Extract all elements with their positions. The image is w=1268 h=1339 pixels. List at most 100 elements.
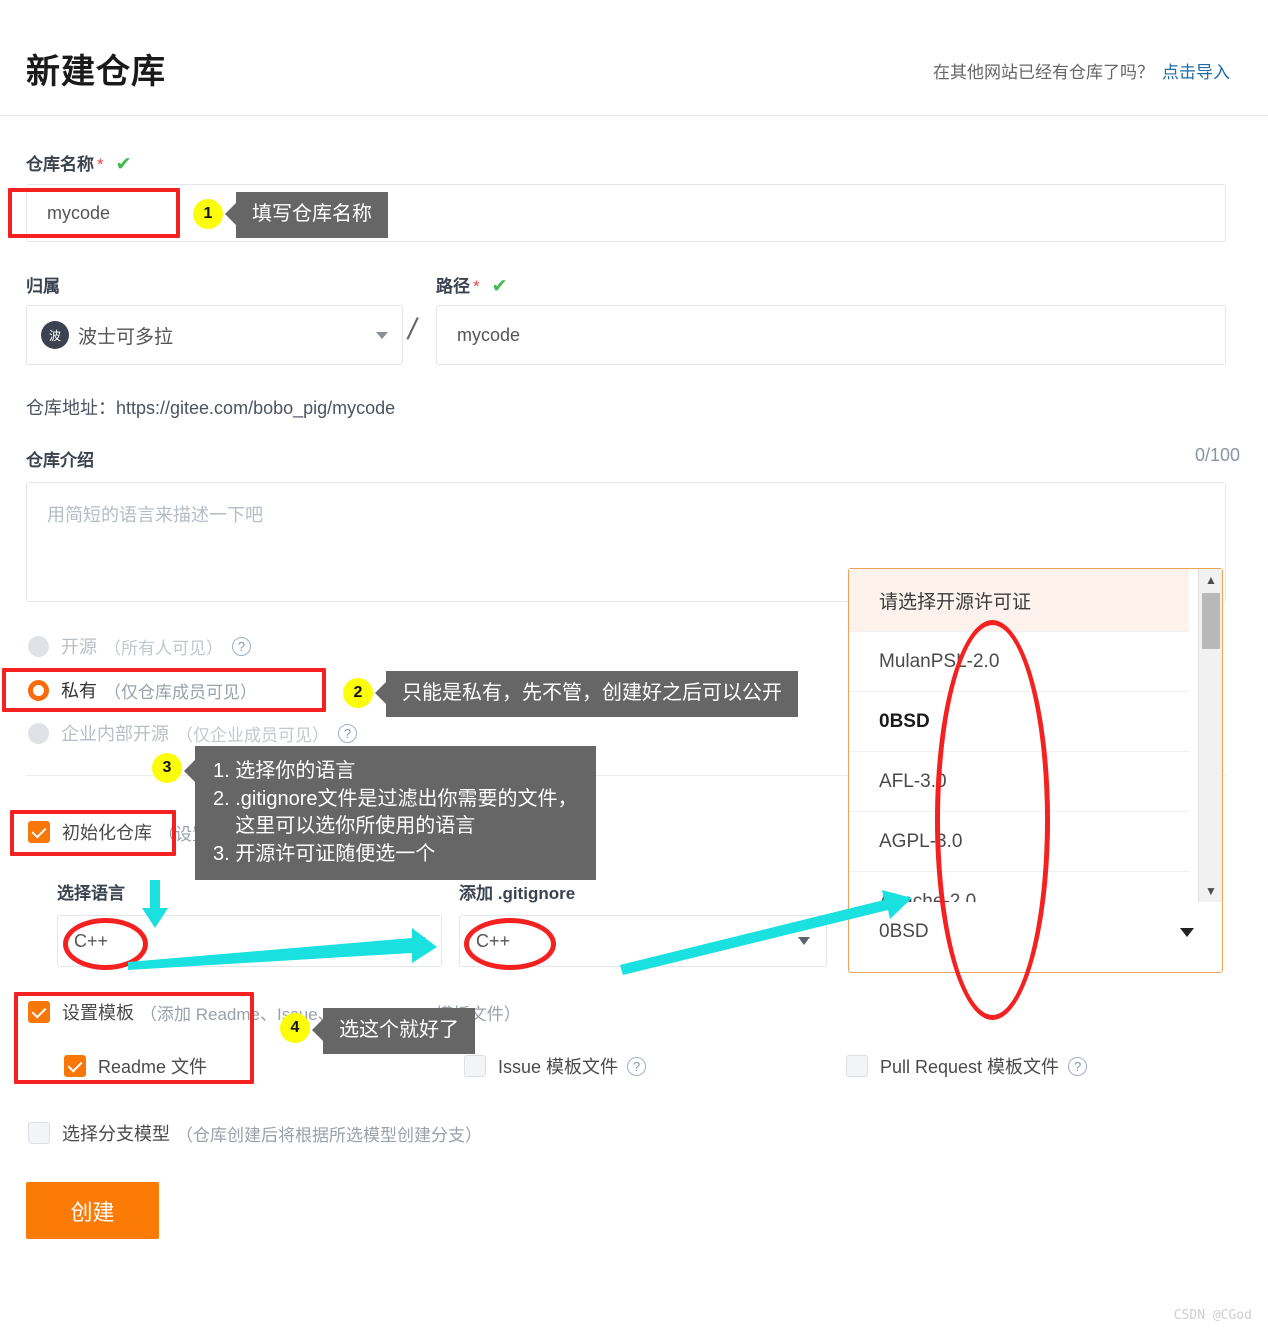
annotation-badge-4: 4 — [280, 1013, 310, 1043]
import-prompt: 在其他网站已经有仓库了吗？ 点击导入 — [933, 58, 1230, 83]
branch-model-label: 选择分支模型 — [62, 1124, 170, 1144]
owner-label: 归属 — [26, 272, 60, 297]
scroll-down-arrow-icon[interactable]: ▼ — [1199, 880, 1223, 902]
help-icon[interactable]: ? — [627, 1056, 647, 1076]
new-repository-page: 新建仓库 在其他网站已经有仓库了吗？ 点击导入 仓库名称 * ✔ mycode 归属 … — [0, 0, 1268, 1339]
license-dropdown-list[interactable]: 请选择开源许可证 MulanPSL-2.0 0BSD AFL-3.0 AGPL-… — [849, 569, 1189, 902]
chevron-down-icon — [376, 331, 388, 339]
visibility-option-enterprise[interactable]: 企业内部开源 （仅企业成员可见） ? — [28, 720, 357, 746]
checkbox-icon-checked[interactable] — [28, 821, 50, 843]
chevron-down-icon — [1180, 927, 1194, 937]
language-value: C++ — [74, 930, 109, 951]
visibility-public-label: 开源 — [61, 637, 97, 657]
template-item-readme[interactable]: Readme 文件 — [64, 1053, 207, 1079]
visibility-private-label: 私有 — [61, 681, 97, 701]
radio-icon-selected — [28, 679, 49, 701]
license-option[interactable]: AGPL-3.0 — [849, 811, 1189, 871]
license-option-label: AGPL-3.0 — [879, 830, 963, 852]
watermark: CSDN @CGod — [1173, 1308, 1252, 1323]
owner-select[interactable]: 波 波士可多拉 — [26, 305, 403, 365]
readme-label: Readme 文件 — [98, 1057, 208, 1077]
create-button[interactable]: 创建 — [26, 1182, 159, 1239]
pull-request-template-label: Pull Request 模板文件 — [880, 1057, 1060, 1077]
issue-template-label: Issue 模板文件 — [498, 1057, 619, 1077]
license-dropdown-placeholder[interactable]: 请选择开源许可证 — [849, 569, 1189, 631]
gitignore-label-text: 添加 .gitignore — [459, 884, 576, 903]
header-divider — [0, 115, 1268, 116]
license-option[interactable]: MulanPSL-2.0 — [849, 631, 1189, 691]
license-option-label: AFL-3.0 — [879, 770, 947, 792]
path-label-text: 路径 — [436, 277, 470, 296]
page-title: 新建仓库 — [26, 53, 166, 91]
gitignore-select[interactable]: C++ — [459, 915, 827, 967]
annotation-tip-3: 1. 选择你的语言 2. .gitignore文件是过滤出你需要的文件， 这里可… — [184, 746, 596, 881]
path-label: 路径 * ✔ — [436, 272, 508, 298]
help-icon[interactable]: ? — [338, 723, 357, 743]
visibility-enterprise-label: 企业内部开源 — [61, 724, 169, 744]
repo-name-label-text: 仓库名称 — [26, 155, 94, 174]
annotation-tip-1: 填写仓库名称 — [225, 192, 388, 238]
check-icon: ✔ — [115, 154, 132, 175]
intro-counter: 0/100 — [1194, 445, 1240, 465]
path-value: mycode — [457, 324, 521, 345]
visibility-option-public[interactable]: 开源 （所有人可见） ? — [28, 633, 251, 659]
license-option[interactable]: AFL-3.0 — [849, 751, 1189, 811]
checkbox-icon-checked[interactable] — [64, 1055, 86, 1077]
template-item-pull-request[interactable]: Pull Request 模板文件 ? — [846, 1053, 1088, 1079]
license-option[interactable]: 0BSD — [849, 691, 1189, 751]
owner-value: 波士可多拉 — [78, 326, 174, 348]
owner-label-text: 归属 — [26, 277, 60, 296]
scrollbar-thumb[interactable] — [1202, 593, 1220, 649]
avatar: 波 — [41, 321, 69, 349]
visibility-option-private[interactable]: 私有 （仅仓库成员可见） — [28, 677, 257, 703]
check-icon: ✔ — [491, 276, 508, 297]
path-input[interactable]: mycode — [436, 305, 1226, 365]
annotation-tip-2: 只能是私有，先不管，创建好之后可以公开 — [375, 671, 798, 717]
annotation-tip-4: 选这个就好了 — [312, 1008, 475, 1054]
repo-url-text: 仓库地址：https://gitee.com/bobo_pig/mycode — [26, 398, 396, 418]
chevron-down-icon — [413, 937, 425, 945]
templates-label: 设置模板 — [62, 1003, 134, 1023]
checkbox-icon[interactable] — [464, 1055, 486, 1077]
license-option[interactable]: Apache-2.0 — [849, 871, 1189, 902]
language-select[interactable]: C++ — [57, 915, 442, 967]
branch-model-sub: （仓库创建后将根据所选模型创建分支） — [176, 1125, 482, 1145]
scroll-up-arrow-icon[interactable]: ▲ — [1199, 569, 1223, 591]
help-icon[interactable]: ? — [232, 636, 251, 656]
help-icon[interactable]: ? — [1068, 1056, 1088, 1076]
language-label-text: 选择语言 — [57, 884, 125, 903]
checkbox-icon[interactable] — [846, 1055, 868, 1077]
repo-name-value: mycode — [47, 202, 111, 223]
checkbox-icon-checked[interactable] — [28, 1001, 50, 1023]
intro-placeholder: 用简短的语言来描述一下吧 — [47, 505, 263, 525]
annotation-badge-2: 2 — [343, 678, 373, 708]
license-selected-value-row[interactable]: 0BSD — [849, 902, 1224, 962]
license-option-label: 0BSD — [879, 710, 930, 732]
required-asterisk: * — [97, 155, 104, 174]
gitignore-label: 添加 .gitignore — [459, 879, 575, 904]
license-option-label: Apache-2.0 — [879, 890, 977, 903]
visibility-private-sub: （仅仓库成员可见） — [104, 682, 257, 702]
path-separator: / — [408, 313, 417, 346]
gitignore-value: C++ — [476, 930, 511, 951]
branch-model-checkbox-row[interactable]: 选择分支模型 （仓库创建后将根据所选模型创建分支） — [28, 1120, 482, 1146]
repo-name-label: 仓库名称 * ✔ — [26, 150, 132, 176]
required-asterisk: * — [473, 277, 480, 296]
import-question: 在其他网站已经有仓库了吗？ — [933, 63, 1154, 82]
license-selected-value: 0BSD — [879, 921, 929, 942]
template-item-issue[interactable]: Issue 模板文件 ? — [464, 1053, 647, 1079]
import-link[interactable]: 点击导入 — [1162, 63, 1230, 82]
license-option-label: MulanPSL-2.0 — [879, 650, 1000, 672]
license-select[interactable]: 0BSD 请选择开源许可证 MulanPSL-2.0 0BSD AFL-3.0 … — [848, 568, 1223, 973]
checkbox-icon[interactable] — [28, 1122, 50, 1144]
init-repo-label: 初始化仓库 — [62, 823, 152, 843]
license-placeholder-text: 请选择开源许可证 — [879, 591, 1032, 613]
chevron-down-icon — [798, 937, 810, 945]
annotation-badge-3: 3 — [152, 753, 182, 783]
language-label: 选择语言 — [57, 879, 125, 904]
license-scrollbar[interactable]: ▲ ▼ — [1198, 569, 1222, 902]
intro-label: 仓库介绍 — [26, 446, 94, 471]
annotation-badge-1: 1 — [193, 199, 223, 229]
visibility-public-sub: （所有人可见） — [104, 638, 223, 658]
visibility-enterprise-sub: （仅企业成员可见） — [176, 725, 329, 745]
